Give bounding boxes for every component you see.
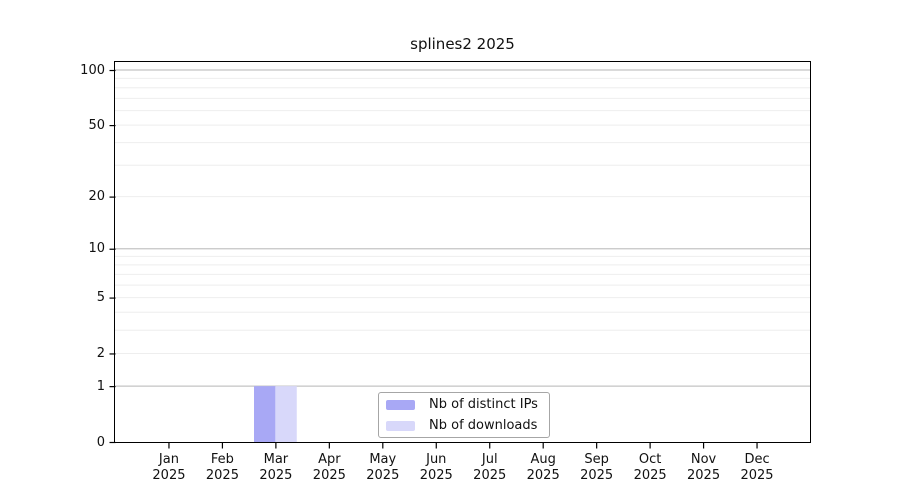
y-tick-label: 5 <box>96 290 105 306</box>
y-tick-label: 1 <box>96 378 105 394</box>
plot-drawing <box>115 69 810 442</box>
legend-swatch-downloads <box>386 420 415 431</box>
bar-distinct-ips <box>254 386 276 442</box>
y-tick-label: 2 <box>96 345 105 361</box>
y-tick-label: 20 <box>88 189 105 205</box>
legend: Nb of distinct IPs Nb of downloads <box>378 392 550 438</box>
chart-title: splines2 2025 <box>410 35 515 53</box>
y-tick-label: 0 <box>96 434 105 450</box>
chart-canvas: splines2 2025 0 1 2 5 10 20 50 100 Jan 2025 Feb 20… <box>0 0 900 500</box>
plot-area <box>114 61 811 443</box>
bar-downloads <box>275 386 297 442</box>
legend-label-downloads: Nb of downloads <box>429 418 538 433</box>
legend-label-distinct-ips: Nb of distinct IPs <box>429 397 538 412</box>
y-tick-label: 50 <box>88 117 105 133</box>
y-tick-label: 100 <box>80 62 105 78</box>
x-tick-label: Dec 2025 <box>740 451 774 483</box>
y-tick-label: 10 <box>88 241 105 257</box>
legend-item-distinct-ips: Nb of distinct IPs <box>386 396 549 414</box>
legend-swatch-distinct-ips <box>386 399 415 410</box>
legend-item-downloads: Nb of downloads <box>386 417 549 435</box>
